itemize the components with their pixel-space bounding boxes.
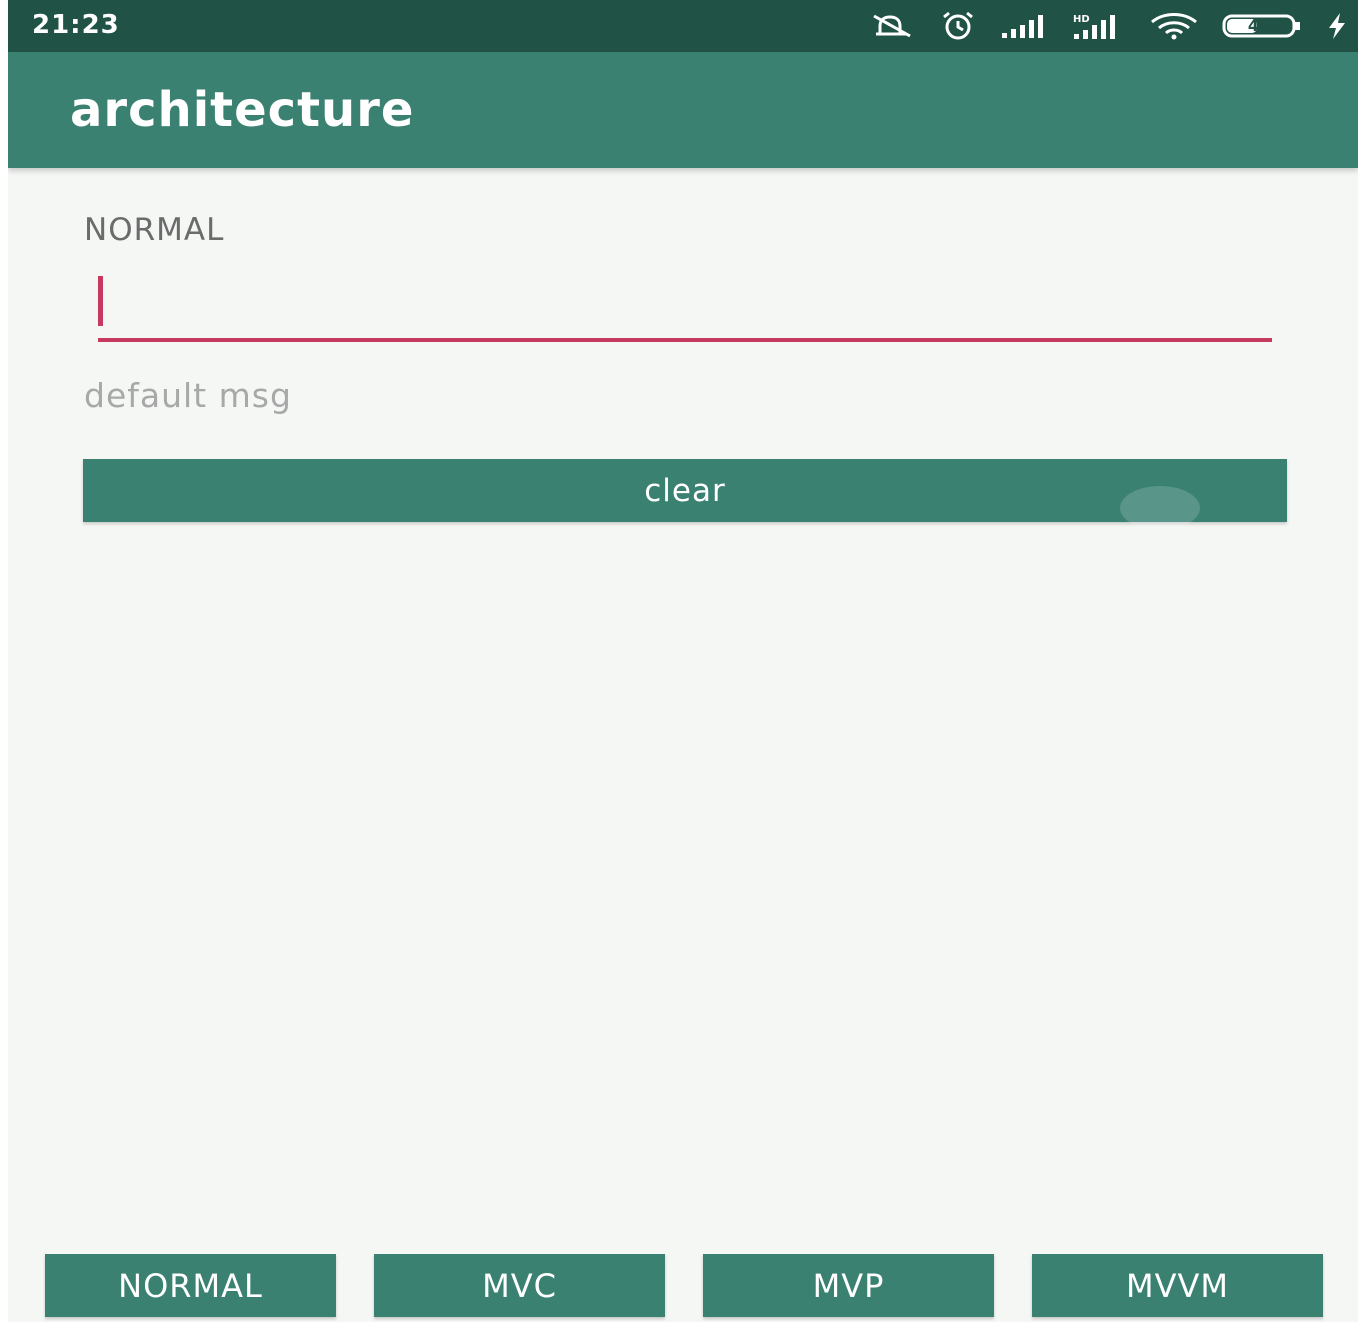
charging-icon	[1329, 13, 1345, 39]
message-text: default msg	[84, 376, 292, 415]
message-input[interactable]	[98, 266, 1272, 342]
app-screen: 21:23 HD 43 architecture NORMAL default …	[8, 0, 1358, 1322]
hd-signal-icon: HD	[1073, 14, 1115, 39]
wifi-icon	[1151, 13, 1197, 40]
mvvm-button[interactable]: MVVM	[1032, 1254, 1323, 1317]
normal-button[interactable]: NORMAL	[45, 1254, 336, 1317]
mvp-button[interactable]: MVP	[703, 1254, 994, 1317]
bell-off-icon	[873, 14, 911, 38]
text-caret	[98, 276, 103, 326]
svg-text:HD: HD	[1073, 14, 1090, 25]
status-time: 21:23	[32, 10, 120, 40]
status-bar: 21:23 HD 43	[8, 0, 1358, 52]
status-icons: HD 43	[870, 10, 1348, 42]
mvc-button[interactable]: MVC	[374, 1254, 665, 1317]
battery-icon: 43	[1222, 14, 1304, 38]
mode-label: NORMAL	[84, 212, 225, 248]
battery-level: 43	[1247, 16, 1271, 35]
app-title: architecture	[70, 82, 415, 138]
touch-ripple	[1120, 486, 1200, 530]
app-bar: architecture	[8, 52, 1358, 168]
clear-button[interactable]: clear	[83, 459, 1287, 522]
bottom-nav: NORMAL MVC MVP MVVM	[45, 1254, 1325, 1318]
signal-icon	[1002, 15, 1043, 38]
alarm-icon	[943, 11, 973, 40]
